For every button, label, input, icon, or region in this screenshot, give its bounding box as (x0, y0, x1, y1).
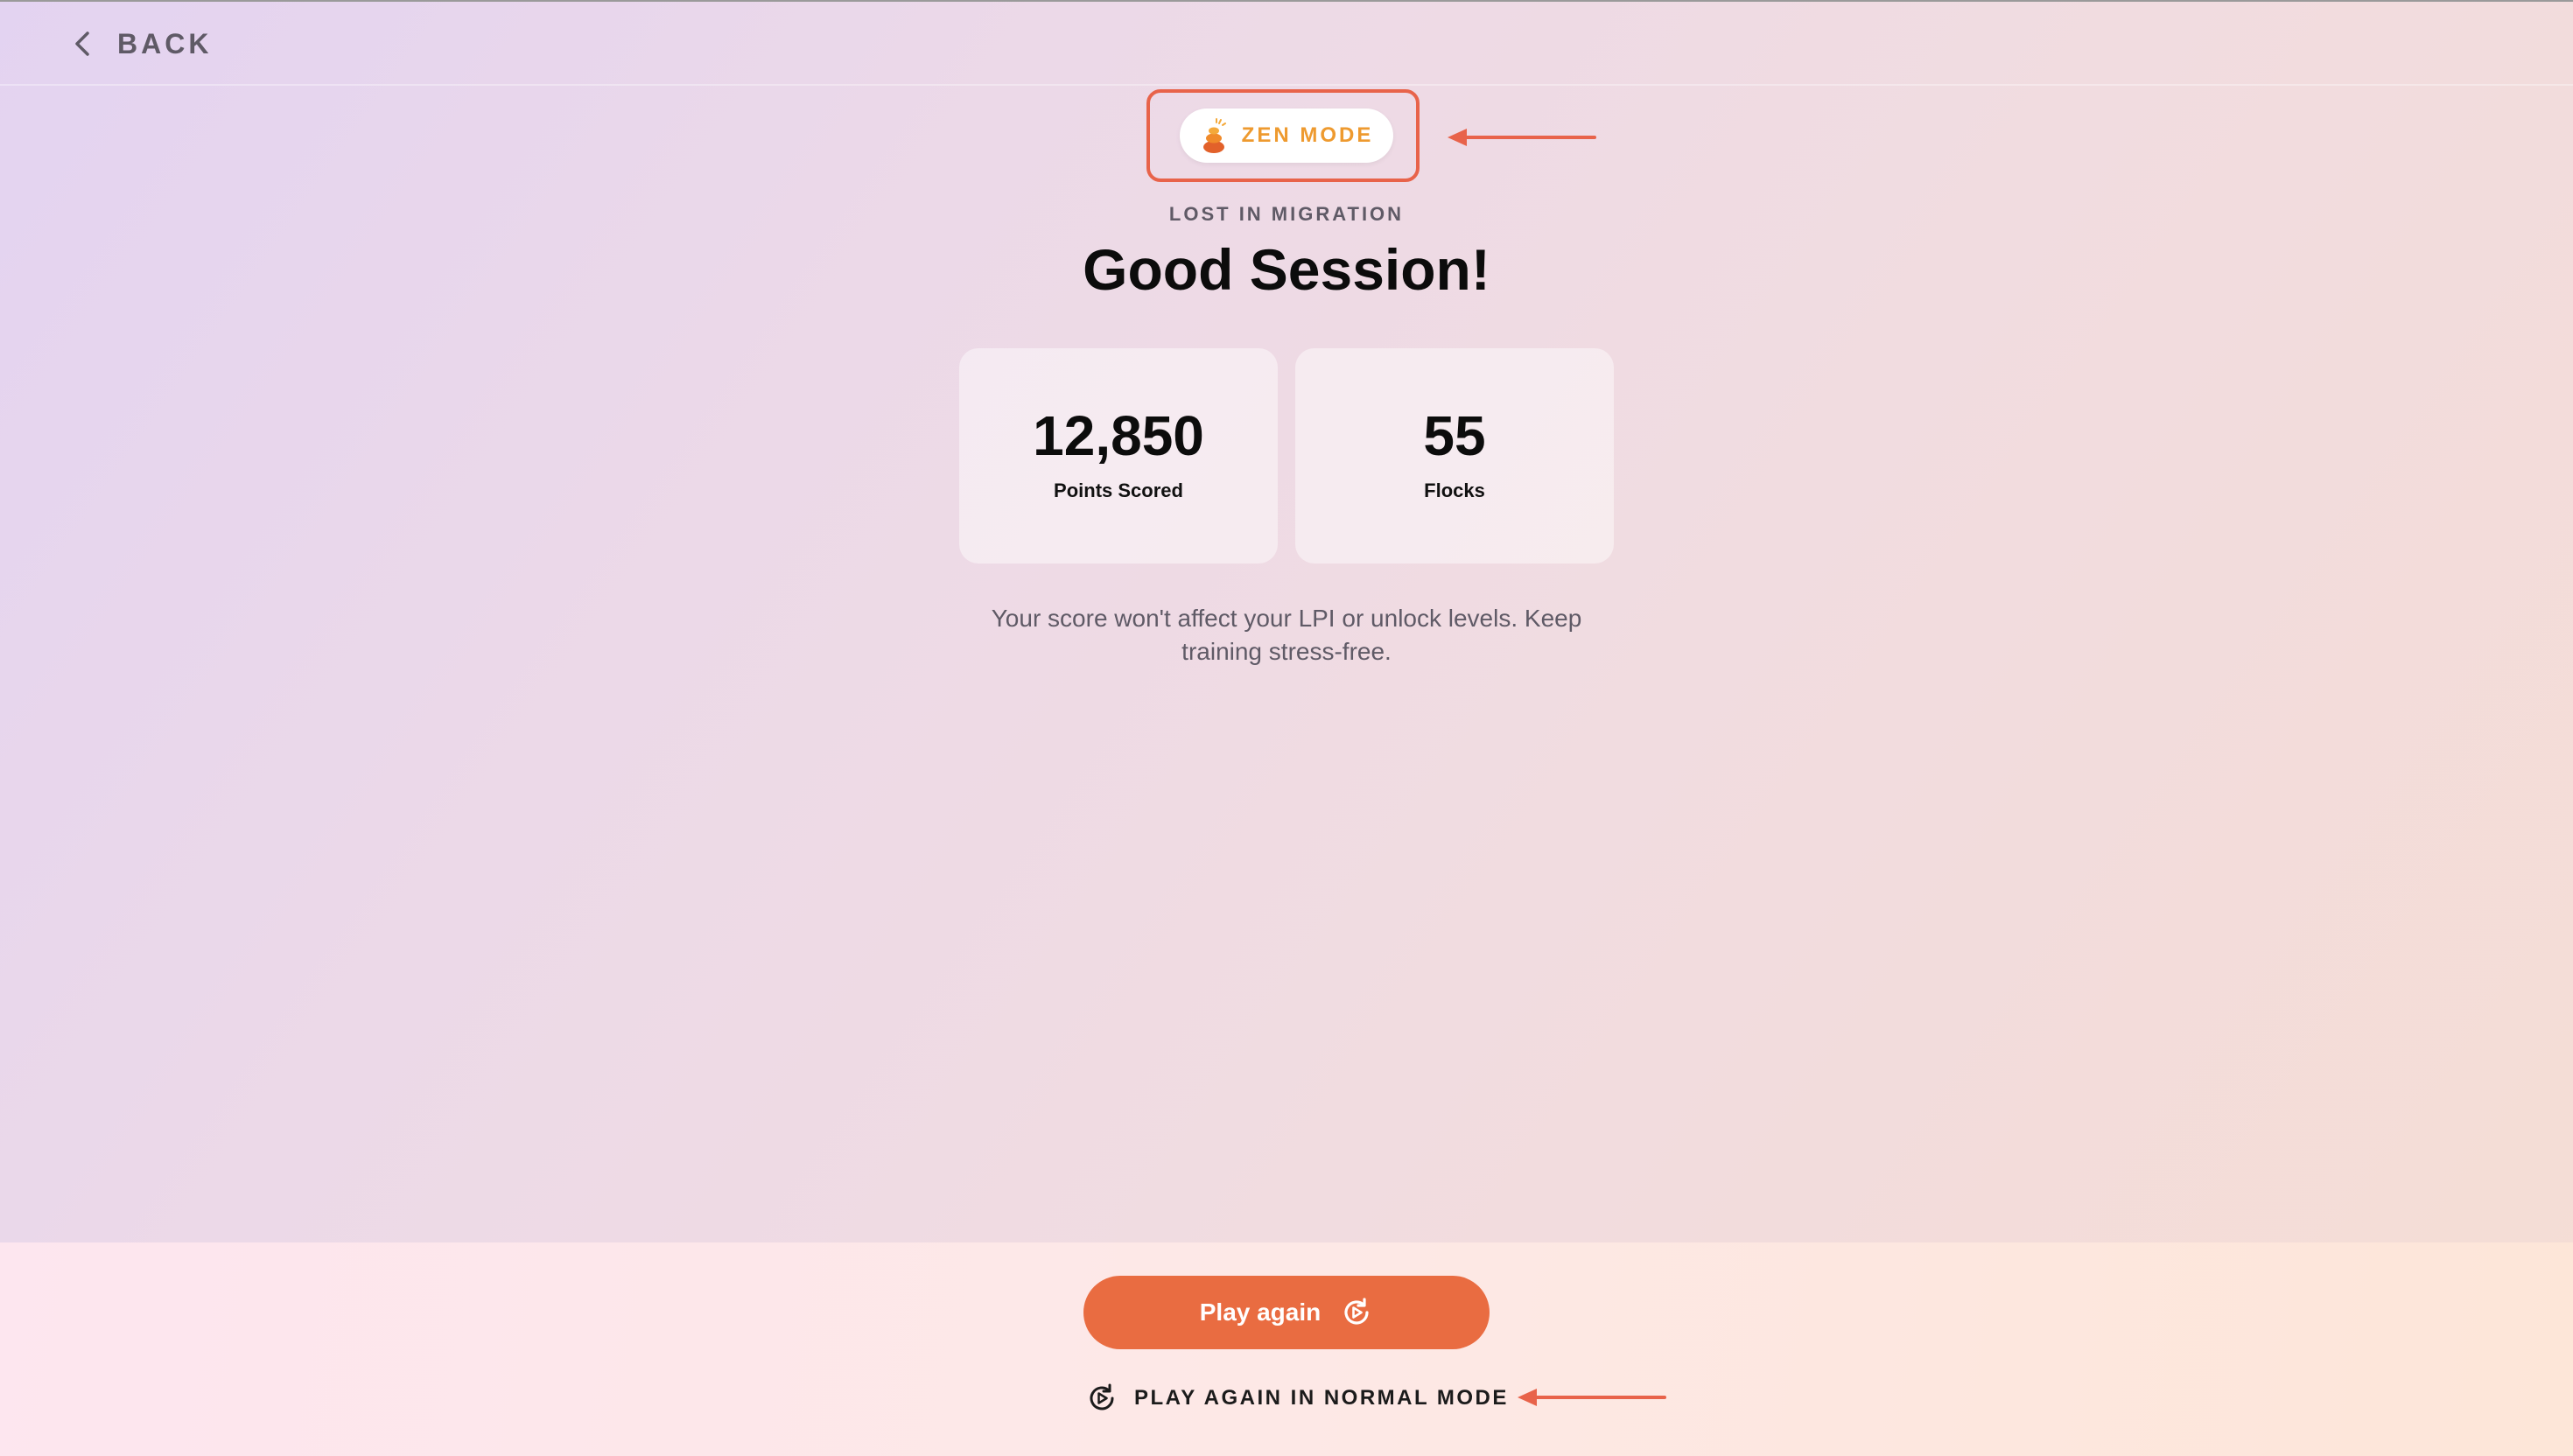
back-button[interactable]: BACK (70, 24, 212, 63)
play-again-label: Play again (1199, 1298, 1322, 1326)
stat-label: Flocks (1424, 480, 1485, 501)
zen-mode-badge: ZEN MODE (1180, 108, 1393, 163)
zen-stones-icon (1202, 118, 1226, 153)
stat-value: 55 (1423, 404, 1486, 467)
window-top-border (0, 0, 2573, 2)
game-name: LOST IN MIGRATION (1168, 203, 1405, 225)
zen-mode-label: ZEN MODE (1241, 123, 1374, 147)
stat-card-points: 12,850 Points Scored (959, 348, 1278, 564)
stat-label: Points Scored (1054, 480, 1183, 501)
annotation-arrow-bottom (1518, 1389, 1666, 1406)
play-normal-mode-label: PLAY AGAIN IN NORMAL MODE (1134, 1386, 1509, 1410)
header-divider (0, 84, 2573, 86)
play-again-button[interactable]: Play again (1083, 1276, 1490, 1349)
stat-value: 12,850 (1033, 404, 1204, 467)
replay-icon (1090, 1383, 1114, 1410)
replay-icon (1344, 1298, 1369, 1325)
zen-mode-note: Your score won't affect your LPI or unlo… (991, 605, 1582, 665)
footer-bar (0, 1242, 2573, 1456)
chevron-left-icon (75, 32, 89, 56)
play-normal-mode-button[interactable]: PLAY AGAIN IN NORMAL MODE (1085, 1374, 1509, 1423)
annotation-arrow-top (1448, 129, 1596, 146)
stat-card-flocks: 55 Flocks (1295, 348, 1614, 564)
back-label: BACK (117, 27, 213, 60)
session-title: Good Session! (1083, 237, 1490, 302)
